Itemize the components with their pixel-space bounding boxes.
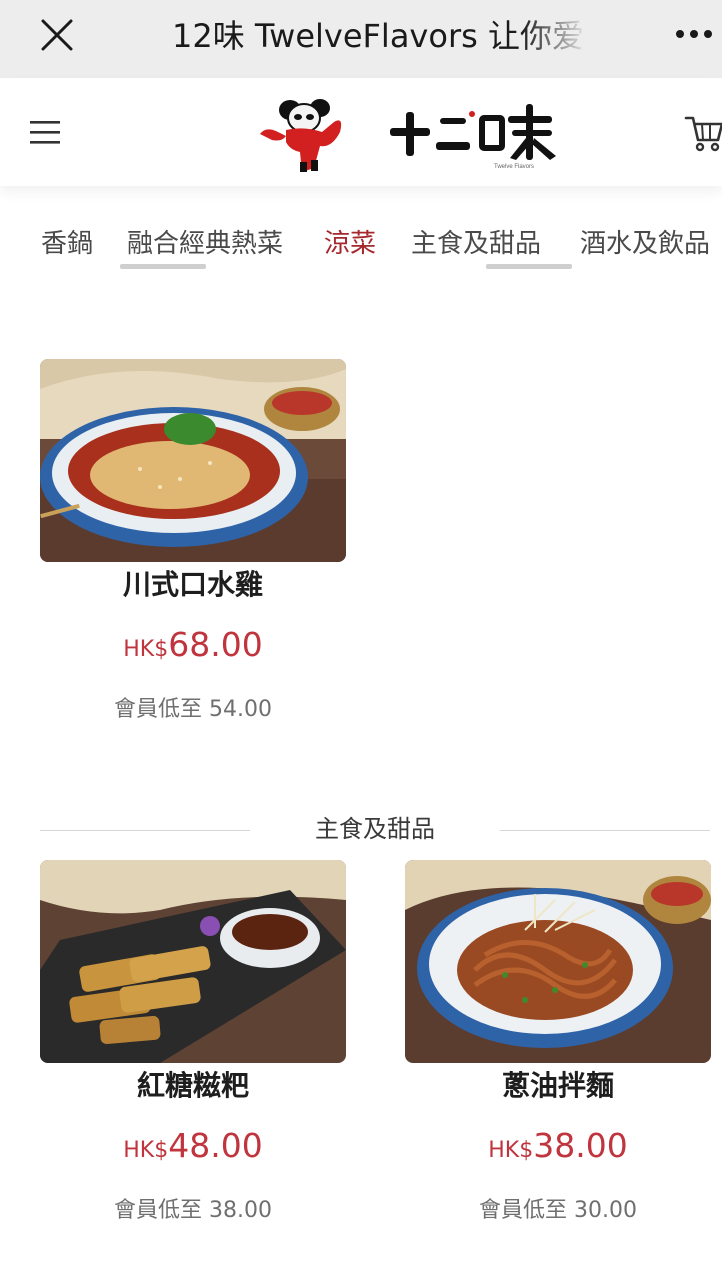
member-price: 會員低至 30.00 — [479, 1198, 637, 1223]
product-card[interactable]: 蔥油拌麵 HK$38.00 會員低至 30.00 — [405, 860, 711, 1223]
section-title: 主食及甜品 — [315, 815, 435, 843]
section-header: 主食及甜品 — [40, 810, 710, 850]
member-price: 會員低至 38.00 — [114, 1198, 272, 1223]
product-name[interactable]: 蔥油拌麵 — [405, 1066, 711, 1106]
product-price: HK$48.00 — [40, 1124, 346, 1174]
more-icon[interactable] — [672, 20, 716, 48]
tab-staples-desserts[interactable]: 主食及甜品 — [411, 226, 541, 262]
product-name[interactable]: 紅糖糍粑 — [40, 1066, 346, 1106]
price-value: 38.00 — [533, 1126, 628, 1165]
close-icon[interactable] — [38, 16, 76, 54]
tab-drinks[interactable]: 酒水及飲品 — [580, 226, 710, 262]
tab-cold-dishes[interactable]: 涼菜 — [324, 226, 376, 262]
product-image[interactable] — [405, 860, 711, 1063]
clipped-text — [118, 264, 208, 282]
cart-icon[interactable] — [684, 112, 722, 152]
price-value: 68.00 — [168, 625, 263, 664]
category-tabs: 香鍋 融合經典熱菜 涼菜 主食及甜品 酒水及飲品 — [0, 212, 722, 274]
svg-text:Twelve Flavors: Twelve Flavors — [494, 164, 534, 170]
product-card[interactable]: 紅糖糍粑 HK$48.00 會員低至 38.00 — [40, 860, 346, 1223]
browser-top-bar: 12味 TwelveFlavors 让你爱 — [0, 0, 722, 78]
browser-page-title: 12味 TwelveFlavors 让你爱 — [172, 17, 584, 55]
tab-fusion-classics[interactable]: 融合經典熱菜 — [127, 226, 283, 262]
product-price: HK$38.00 — [405, 1124, 711, 1174]
price-value: 48.00 — [168, 1126, 263, 1165]
brand-logo[interactable]: Twelve Flavors — [256, 92, 586, 174]
divider-line — [500, 830, 710, 831]
currency-label: HK$ — [123, 1138, 169, 1163]
clipped-text — [484, 264, 574, 282]
currency-label: HK$ — [488, 1138, 534, 1163]
divider-line — [40, 830, 250, 831]
member-price: 會員低至 54.00 — [114, 697, 272, 722]
logo-wordmark: Twelve Flavors — [390, 104, 556, 170]
product-name[interactable]: 川式口水雞 — [40, 565, 346, 605]
panda-mascot-icon — [260, 99, 342, 172]
product-price: HK$68.00 — [40, 623, 346, 673]
site-header: Twelve Flavors — [0, 78, 722, 186]
currency-label: HK$ — [123, 637, 169, 662]
product-image[interactable] — [40, 860, 346, 1063]
tab-hotpot[interactable]: 香鍋 — [41, 226, 93, 262]
product-image[interactable] — [40, 359, 346, 562]
menu-icon[interactable] — [28, 118, 62, 146]
product-card[interactable]: 川式口水雞 HK$68.00 會員低至 54.00 — [40, 359, 346, 722]
